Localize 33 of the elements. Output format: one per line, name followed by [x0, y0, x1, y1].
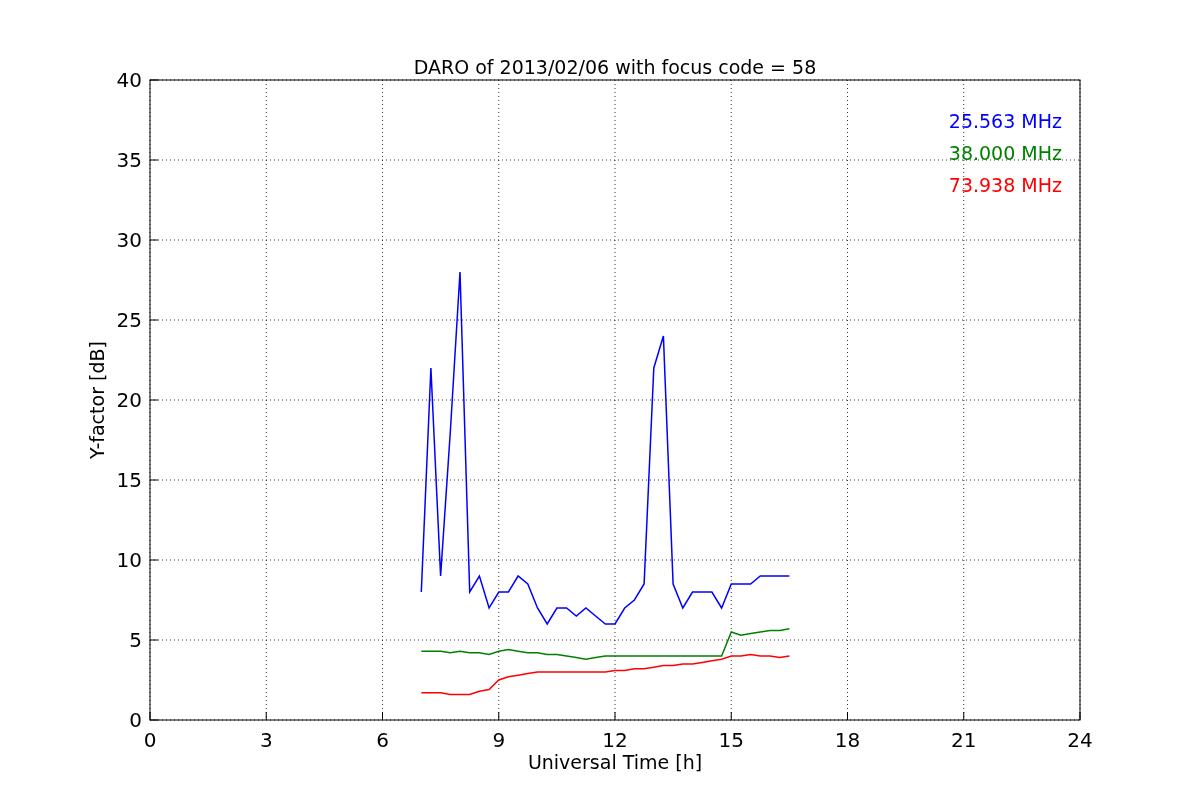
y-axis-label: Y-factor [dB]: [86, 341, 108, 459]
y-tick-label: 40: [116, 68, 142, 92]
legend-label: 73.938 MHz: [948, 174, 1062, 196]
x-tick-label: 15: [718, 728, 744, 752]
y-tick-label: 15: [116, 468, 142, 492]
tick-mark: [149, 79, 159, 81]
tick-mark: [382, 711, 383, 721]
x-tick-label: 6: [376, 728, 389, 752]
y-tick-label: 35: [116, 148, 142, 172]
legend-label: 38.000 MHz: [948, 142, 1062, 164]
tick-mark: [730, 711, 732, 721]
x-tick-label: 18: [834, 728, 861, 752]
tick-mark: [847, 711, 848, 721]
x-tick-label: 21: [951, 728, 977, 752]
y-tick-label: 20: [116, 388, 142, 412]
y-tick-label: 25: [116, 308, 142, 332]
x-axis-label: Universal Time [h]: [527, 751, 703, 773]
y-tick-label: 0: [129, 708, 142, 732]
tick-mark: [1079, 711, 1081, 721]
legend-label: 25.563 MHz: [948, 110, 1062, 132]
x-tick-label: 9: [492, 728, 506, 752]
x-tick-label: 12: [602, 728, 628, 752]
y-tick-label: 5: [129, 628, 142, 652]
x-tick-label: 24: [1067, 728, 1093, 752]
y-tick-label: 10: [116, 548, 142, 572]
tick-mark: [265, 711, 267, 721]
x-tick-label: 0: [143, 728, 157, 752]
y-tick-label: 30: [116, 228, 142, 252]
x-tick-label: 3: [259, 728, 273, 752]
tick-mark: [963, 711, 965, 721]
tick-mark: [614, 711, 616, 721]
tick-mark: [498, 711, 500, 721]
chart-title: DARO of 2013/02/06 with focus code = 58: [413, 56, 817, 78]
